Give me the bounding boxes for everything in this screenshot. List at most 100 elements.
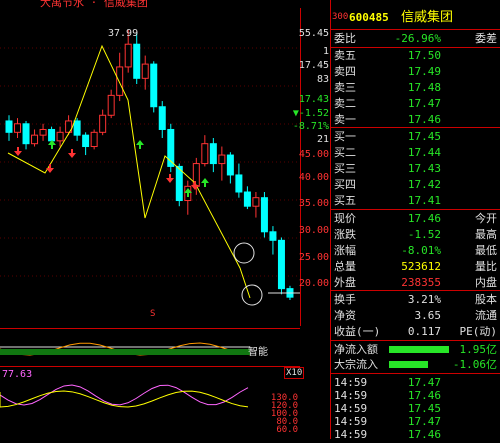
bid-row: 买一 17.45 <box>331 129 500 144</box>
kline-chart[interactable]: 37.99 S <box>0 8 300 326</box>
candle <box>116 52 124 102</box>
bid-row-value: 17.44 <box>407 146 441 159</box>
bid-row: 买二 17.44 <box>331 145 500 160</box>
ask-row: 卖二 17.47 <box>331 96 500 111</box>
price-axis: 55.45 1 17.45 83 17.43 ▼-1.52 -8.71% 21 45.00 40.… <box>293 8 331 326</box>
ask-row-label: 卖二 <box>334 97 356 110</box>
stat-row: 外盘 238355 内盘 <box>331 275 500 290</box>
stock-name: 信威集团 <box>401 10 454 25</box>
ask-row-value: 17.46 <box>407 113 441 126</box>
axis-label: 21 <box>316 134 329 145</box>
candle <box>39 123 47 141</box>
sell-arrow-icon <box>48 140 56 149</box>
window-title: 大禹节水 · 信威集团 <box>40 0 148 8</box>
stat-row: 现价 17.46 今开 <box>331 211 500 226</box>
axis-label: 1 <box>322 46 329 57</box>
indicator-2-value: 77.63 <box>2 369 33 380</box>
stat-row-extra: 最高 <box>475 228 497 241</box>
ask-row: 卖一 17.46 <box>331 112 500 127</box>
stat-row-extra: 今开 <box>475 212 497 225</box>
stat2-row-extra: 股本 <box>475 293 497 306</box>
axis-label: -8.71% <box>292 121 329 132</box>
flow-label: 大宗流入 <box>334 358 378 371</box>
candle <box>209 138 217 173</box>
buy-arrow-icon <box>14 147 22 156</box>
stock-header: 300 600485 信威集团 <box>331 10 500 26</box>
candle <box>235 163 243 198</box>
stat2-row-extra: 流通 <box>475 309 497 322</box>
candle <box>31 129 39 147</box>
marker-s: S <box>150 309 155 319</box>
candle <box>175 163 183 207</box>
bid-row-value: 17.45 <box>407 130 441 143</box>
stat2-row-extra: PE(动) <box>459 325 498 338</box>
axis-label: 25.00 <box>298 252 329 263</box>
bid-row-label: 买五 <box>334 194 356 207</box>
axis-label: 30.00 <box>298 225 329 236</box>
stat-row-label: 涨幅 <box>334 244 356 257</box>
stat-row: 涨跌 -1.52 最高 <box>331 227 500 242</box>
candle <box>260 192 268 238</box>
candle <box>277 237 285 295</box>
stat2-row-value: 3.65 <box>414 309 442 322</box>
axis-label: ▼-1.52 <box>292 108 329 119</box>
candle <box>150 61 158 113</box>
candle <box>218 146 226 181</box>
highlight-circle <box>241 284 263 306</box>
ask-row-value: 17.50 <box>407 49 441 62</box>
ask-row-value: 17.49 <box>407 65 441 78</box>
flow-value: -1.06亿 <box>452 358 497 371</box>
stat2-row-label: 净资 <box>334 309 356 322</box>
indicator-2-plot <box>0 384 249 408</box>
ask-row-label: 卖四 <box>334 65 356 78</box>
stat-row: 总量 523612 量比 <box>331 259 500 274</box>
axis-label: 83 <box>316 74 329 85</box>
axis-label: 55.45 <box>298 28 329 39</box>
candle <box>14 118 22 138</box>
axis-label: 35.00 <box>298 198 329 209</box>
stat-row-extra: 最低 <box>475 244 497 257</box>
stat-row-extra: 内盘 <box>475 276 497 289</box>
stat-row-value: 17.46 <box>407 212 441 225</box>
stat2-row: 收益(一) 0.117 PE(动) <box>331 324 500 339</box>
candle <box>141 55 149 90</box>
tick-row-value: 17.46 <box>407 428 441 441</box>
ask-row: 卖五 17.50 <box>331 48 500 63</box>
indicator-panel-2[interactable]: 77.63 X10 130.0 120.0 100.0 80.0 60.0 <box>0 366 305 440</box>
candle <box>65 115 73 136</box>
candle <box>226 152 234 184</box>
candle <box>99 109 107 136</box>
flow-label: 净流入额 <box>334 343 378 356</box>
ask-row: 卖三 17.48 <box>331 80 500 95</box>
ask-row-label: 卖三 <box>334 81 356 94</box>
buy-arrow-icon <box>46 164 54 173</box>
indicator-2-axis-label: 60.0 <box>276 425 298 435</box>
candle <box>201 135 209 167</box>
candle <box>73 118 81 141</box>
candle <box>22 120 30 150</box>
axis-label: 45.00 <box>298 149 329 160</box>
candle <box>252 192 260 218</box>
ask-row: 卖四 17.49 <box>331 64 500 79</box>
ask-row-label: 卖五 <box>334 49 356 62</box>
bid-row-value: 17.42 <box>407 178 441 191</box>
bid-row: 买四 17.42 <box>331 177 500 192</box>
candle <box>269 226 277 255</box>
buy-arrow-icon <box>68 149 76 158</box>
indicator-2-tag[interactable]: X10 <box>284 367 305 379</box>
indicator-1-title: 智能 <box>248 347 268 358</box>
buy-arrow-icon <box>166 174 174 183</box>
axis-label: 17.43 <box>298 94 329 105</box>
stat2-row: 换手 3.21% 股本 <box>331 292 500 307</box>
peak-label: 37.99 <box>108 28 138 39</box>
ask-row-label: 卖一 <box>334 113 356 126</box>
flow-bar <box>389 346 449 353</box>
indicator-panel-1[interactable]: 智能 <box>0 328 300 367</box>
tick-row: 14:59 17.46 <box>331 427 500 442</box>
stock-code: 600485 <box>349 11 389 24</box>
stat2-row: 净资 3.65 流通 <box>331 308 500 323</box>
bid-row-label: 买四 <box>334 178 356 191</box>
stat-row-extra: 量比 <box>475 260 497 273</box>
stat-row-label: 外盘 <box>334 276 356 289</box>
candle <box>82 132 90 156</box>
